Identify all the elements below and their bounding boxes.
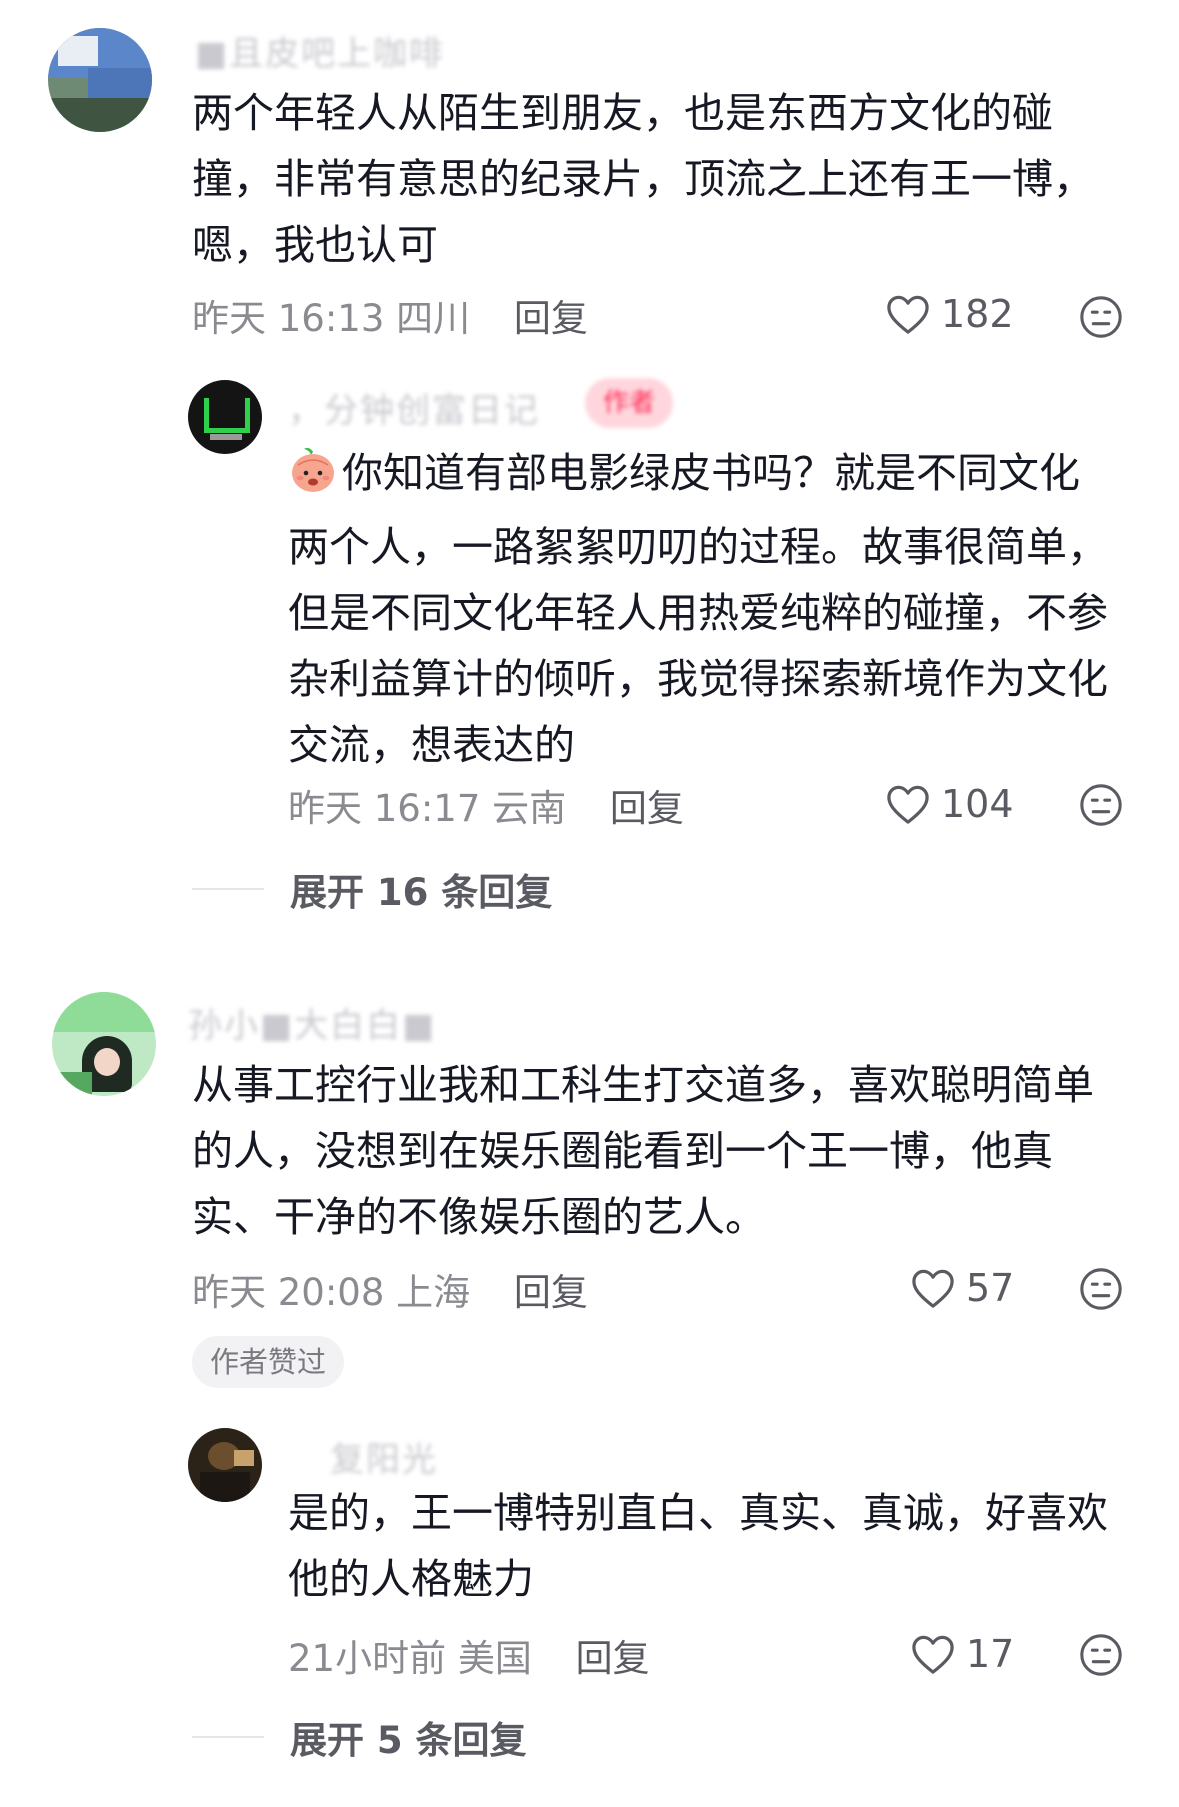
comment-location: 四川 [396, 297, 471, 340]
reply-text-line: 杂利益算计的倾听，我觉得探索新境作为文化 [288, 655, 1108, 703]
like-count: 182 [941, 292, 1014, 336]
heart-icon [887, 785, 929, 824]
reply-text-line: 两个人，一路絮絮叨叨的过程。故事很简单， [288, 523, 1108, 571]
divider [192, 888, 264, 890]
reply-button[interactable]: 回复 [514, 297, 588, 340]
reply-text: 是的，王一博特别直白、真实、真诚，好喜欢 他的人格魅力 [288, 1480, 1158, 1612]
reply-text: 你知道有部电影绿皮书吗？就是不同文化 两个人，一路絮絮叨叨的过程。故事很简单， … [288, 440, 1148, 778]
like-button[interactable]: 57 [910, 1266, 1014, 1310]
heart-icon [912, 1635, 954, 1674]
author-liked-badge: 作者赞过 [192, 1336, 345, 1388]
like-count: 104 [941, 782, 1014, 826]
like-count: 57 [966, 1266, 1015, 1310]
reply-text-line: 但是不同文化年轻人用热爱纯粹的碰撞，不参 [288, 589, 1108, 637]
reply-location: 美国 [457, 1637, 532, 1680]
avatar[interactable] [52, 992, 156, 1096]
heart-icon [912, 1269, 954, 1308]
reply-text-line: 是的，王一博特别直白、真实、真诚，好喜欢 [288, 1489, 1108, 1537]
reply-button[interactable]: 回复 [610, 787, 684, 830]
expand-replies-label: 展开 5 条回复 [290, 1719, 527, 1762]
reply-text-line: 他的人格魅力 [288, 1555, 534, 1603]
reply-button[interactable]: 回复 [576, 1637, 650, 1680]
reply-button[interactable]: 回复 [514, 1271, 588, 1314]
expand-replies-button[interactable]: 展开 5 条回复 [192, 1710, 527, 1764]
comment-text-line: 实、干净的不像娱乐圈的艺人。 [192, 1193, 766, 1241]
reply-avatar[interactable] [188, 1428, 262, 1502]
dislike-icon[interactable] [1078, 782, 1124, 828]
reply-text-line: 你知道有部电影绿皮书吗？就是不同文化 [342, 449, 1080, 497]
like-button[interactable]: 104 [885, 782, 1014, 826]
comment-text-line: 嗯，我也认可 [192, 221, 438, 269]
peach-emoji-icon [288, 445, 338, 514]
dislike-icon[interactable] [1078, 1632, 1124, 1678]
comment-location: 上海 [396, 1271, 471, 1314]
comment-username[interactable]: ■且皮吧上咖啡 [195, 26, 445, 75]
dislike-icon[interactable] [1078, 1266, 1124, 1312]
expand-replies-label: 展开 16 条回复 [290, 871, 553, 914]
comment-text-line: 两个年轻人从陌生到朋友，也是东西方文化的碰 [192, 89, 1053, 137]
avatar[interactable] [48, 28, 152, 132]
reply-time: 昨天 16:17 [288, 787, 481, 830]
dislike-icon[interactable] [1078, 294, 1124, 340]
comment-username[interactable]: 孙小■大白白■ [188, 998, 436, 1047]
expand-replies-button[interactable]: 展开 16 条回复 [192, 862, 552, 916]
comment-meta: 昨天 16:13 四川 回复 [192, 288, 588, 342]
reply-username[interactable]: 复阳光 [330, 1432, 438, 1481]
comment-meta: 昨天 20:08 上海 回复 [192, 1262, 588, 1316]
divider [192, 1736, 264, 1738]
comment-text-line: 从事工控行业我和工科生打交道多，喜欢聪明简单 [192, 1061, 1094, 1109]
reply-meta: 昨天 16:17 云南 回复 [288, 778, 684, 832]
comment-time: 昨天 16:13 [192, 297, 385, 340]
comment-time: 昨天 20:08 [192, 1271, 385, 1314]
comment-text-line: 的人，没想到在娱乐圈能看到一个王一博，他真 [192, 1127, 1053, 1175]
author-tag: 作者 [585, 378, 674, 428]
comment-text: 两个年轻人从陌生到朋友，也是东西方文化的碰 撞，非常有意思的纪录片，顶流之上还有… [192, 80, 1132, 278]
comment-text: 从事工控行业我和工科生打交道多，喜欢聪明简单 的人，没想到在娱乐圈能看到一个王一… [192, 1052, 1152, 1250]
like-button[interactable]: 182 [885, 292, 1014, 336]
like-button[interactable]: 17 [910, 1632, 1014, 1676]
reply-username[interactable]: ，分钟创富日记 [288, 383, 540, 432]
reply-time: 21小时前 [288, 1637, 447, 1680]
reply-location: 云南 [492, 787, 567, 830]
reply-avatar[interactable] [188, 380, 262, 454]
reply-meta: 21小时前 美国 回复 [288, 1628, 650, 1682]
like-count: 17 [966, 1632, 1015, 1676]
reply-text-line: 交流，想表达的 [288, 721, 575, 769]
comment-text-line: 撞，非常有意思的纪录片，顶流之上还有王一博， [192, 155, 1094, 203]
heart-icon [887, 295, 929, 334]
